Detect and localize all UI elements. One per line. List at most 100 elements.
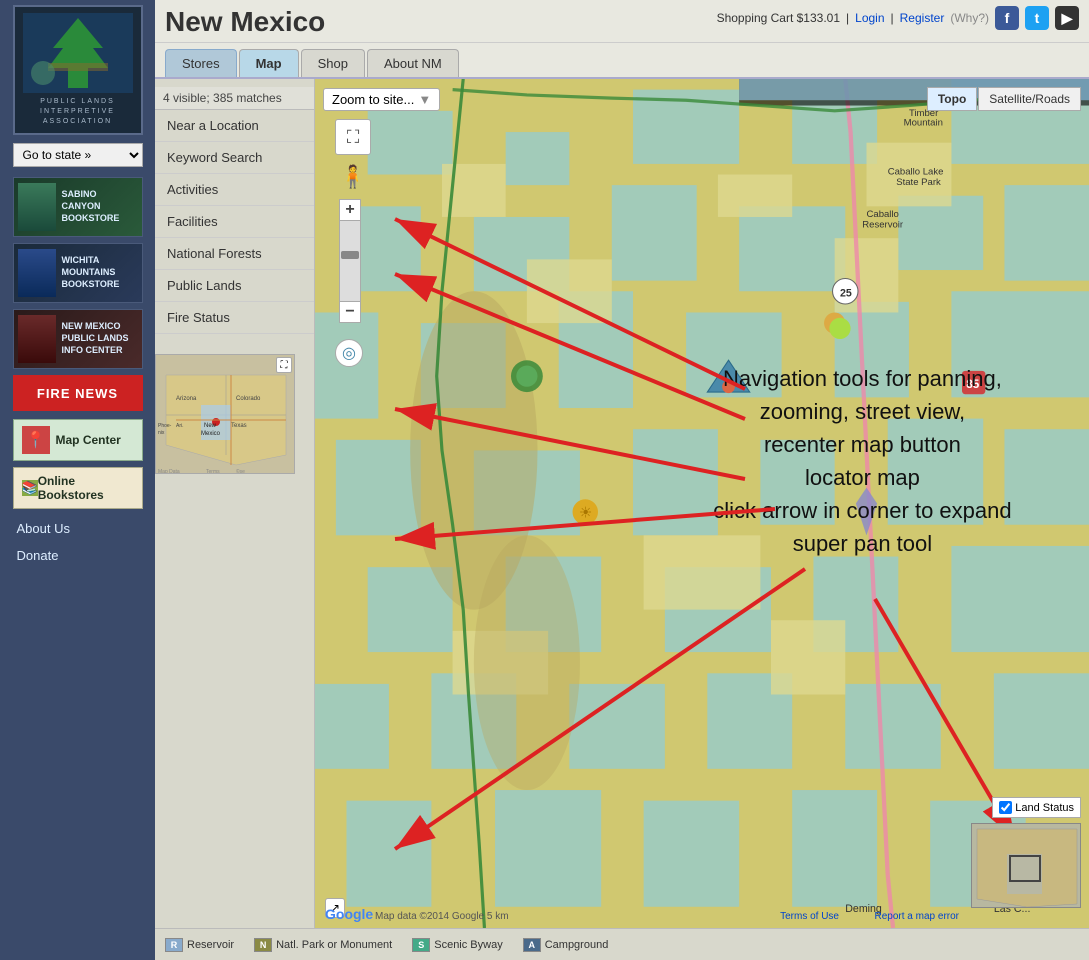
- svg-text:Colorado: Colorado: [236, 396, 261, 402]
- zoom-controls: + −: [339, 199, 361, 323]
- svg-text:Ari.: Ari.: [176, 423, 184, 429]
- tab-about-nm[interactable]: About NM: [367, 49, 459, 77]
- filter-near-location[interactable]: Near a Location: [155, 110, 314, 142]
- login-link[interactable]: Login: [855, 11, 884, 25]
- sabino-thumbnail: [18, 183, 56, 231]
- legend-reservoir: R Reservoir: [165, 938, 234, 952]
- state-selector-container[interactable]: Go to state »: [13, 143, 143, 167]
- wichita-label: WICHITA MOUNTAINS BOOKSTORE: [62, 255, 138, 290]
- pan-button[interactable]: ⛶: [335, 119, 371, 155]
- svg-text:State Park: State Park: [896, 177, 941, 188]
- facebook-button[interactable]: f: [995, 6, 1019, 30]
- svg-text:nix: nix: [158, 430, 165, 436]
- tab-bar: Stores Map Shop About NM: [155, 43, 1089, 77]
- land-status-checkbox[interactable]: [999, 801, 1012, 814]
- svg-text:Terms: Terms: [206, 469, 220, 474]
- register-why: (Why?): [950, 11, 989, 25]
- cart-info[interactable]: Shopping Cart $133.01: [717, 11, 840, 25]
- zoom-to-site-label: Zoom to site...: [332, 92, 414, 107]
- filter-national-forests[interactable]: National Forests: [155, 238, 314, 270]
- separator2: |: [891, 11, 894, 25]
- google-attribution: Google: [325, 906, 373, 922]
- filter-keyword-search[interactable]: Keyword Search: [155, 142, 314, 174]
- legend-scenic-byway: S Scenic Byway: [412, 938, 502, 952]
- fire-news-button[interactable]: FIRE NEWS: [13, 375, 143, 411]
- wichita-thumbnail: [18, 249, 56, 297]
- zoom-in-button[interactable]: +: [339, 199, 361, 221]
- terms-of-use-link[interactable]: Terms of Use: [780, 911, 839, 922]
- tab-shop[interactable]: Shop: [301, 49, 365, 77]
- filter-public-lands[interactable]: Public Lands: [155, 270, 314, 302]
- online-bookstores-label: Online Bookstores: [38, 474, 134, 502]
- campground-label: Campground: [545, 939, 609, 951]
- svg-text:©se: ©se: [236, 468, 245, 474]
- mini-map-svg: [972, 824, 1081, 908]
- sidebar-item-sabino-bookstore[interactable]: SABINO CANYON BOOKSTORE: [13, 177, 143, 237]
- land-status-toggle[interactable]: Land Status: [992, 797, 1081, 818]
- svg-text:Mexico: Mexico: [201, 431, 221, 437]
- map-center-label: Map Center: [56, 433, 121, 447]
- land-status-label: Land Status: [1015, 802, 1074, 814]
- recenter-map-button[interactable]: ◎: [335, 339, 363, 367]
- zoom-to-site-dropdown[interactable]: Zoom to site... ▼: [323, 88, 440, 111]
- map-data-attribution: Map data ©2014 Google 5 km: [375, 911, 509, 922]
- reservoir-label: Reservoir: [187, 939, 234, 951]
- sidebar-item-wichita-bookstore[interactable]: WICHITA MOUNTAINS BOOKSTORE: [13, 243, 143, 303]
- pan-control[interactable]: ⛶: [335, 119, 371, 155]
- filter-activities[interactable]: Activities: [155, 174, 314, 206]
- nm-label: NEW MEXICO PUBLIC LANDS INFO CENTER: [62, 321, 138, 356]
- zoom-slider[interactable]: [339, 221, 361, 301]
- svg-text:Phoe-: Phoe-: [158, 423, 172, 429]
- satellite-roads-button[interactable]: Satellite/Roads: [978, 87, 1081, 111]
- legend-natl-park: N Natl. Park or Monument: [254, 938, 392, 952]
- scenic-byway-icon: S: [412, 938, 430, 952]
- logo-area: PUBLIC LANDS INTERPRETIVE ASSOCIATION: [13, 5, 143, 135]
- google-logo: Google: [325, 906, 373, 922]
- tab-stores[interactable]: Stores: [165, 49, 237, 77]
- cart-label: Shopping Cart $133.01: [717, 11, 840, 25]
- campground-icon: A: [523, 938, 541, 952]
- header-right: Shopping Cart $133.01 | Login | Register…: [717, 6, 1079, 30]
- map-type-buttons: Topo Satellite/Roads: [927, 87, 1081, 111]
- zoom-out-button[interactable]: −: [339, 301, 361, 323]
- svg-text:Mountain: Mountain: [904, 118, 943, 129]
- online-bookstores-button[interactable]: 📚 Online Bookstores: [13, 467, 143, 509]
- sidebar: PUBLIC LANDS INTERPRETIVE ASSOCIATION Go…: [0, 0, 155, 960]
- street-view-pegman[interactable]: 🧍: [339, 164, 366, 190]
- logo-text: PUBLIC LANDS INTERPRETIVE ASSOCIATION: [40, 97, 115, 126]
- filter-facilities[interactable]: Facilities: [155, 206, 314, 238]
- svg-text:Reservoir: Reservoir: [862, 220, 904, 231]
- scenic-byway-label: Scenic Byway: [434, 939, 502, 951]
- map-center-button[interactable]: 📍 Map Center: [13, 419, 143, 461]
- report-map-error-link[interactable]: Report a map error: [875, 911, 959, 922]
- map-background: 25 Caballo Lake State Park Caballo Reser…: [315, 79, 1089, 928]
- twitter-button[interactable]: t: [1025, 6, 1049, 30]
- youtube-button[interactable]: ▶: [1055, 6, 1079, 30]
- left-filter-panel: 4 visible; 385 matches Near a Location K…: [155, 79, 315, 928]
- filter-fire-status[interactable]: Fire Status: [155, 302, 314, 334]
- page-header: New Mexico Shopping Cart $133.01 | Login…: [155, 0, 1089, 43]
- svg-text:☀: ☀: [579, 505, 592, 521]
- fire-news-label: FIRE NEWS: [37, 386, 118, 401]
- zoom-dropdown-arrow: ▼: [418, 92, 431, 107]
- map-top-controls: Zoom to site... ▼ Topo Satellite/Roads: [323, 87, 1081, 111]
- reservoir-icon: R: [165, 938, 183, 952]
- zoom-slider-thumb: [341, 251, 359, 259]
- expand-locator-btn[interactable]: ⛶: [276, 357, 292, 373]
- register-link[interactable]: Register: [900, 11, 945, 25]
- donate-link[interactable]: Donate: [13, 542, 143, 569]
- map-terrain-svg: 25 Caballo Lake State Park Caballo Reser…: [315, 79, 1089, 928]
- state-select[interactable]: Go to state »: [13, 143, 143, 167]
- tab-map[interactable]: Map: [239, 49, 299, 77]
- topo-button[interactable]: Topo: [927, 87, 977, 111]
- about-us-link[interactable]: About Us: [13, 515, 143, 542]
- main-content: New Mexico Shopping Cart $133.01 | Login…: [155, 0, 1089, 960]
- map-view[interactable]: 25 Caballo Lake State Park Caballo Reser…: [315, 79, 1089, 928]
- svg-text:Caballo Lake: Caballo Lake: [888, 167, 944, 178]
- legend-campground: A Campground: [523, 938, 609, 952]
- svg-text:85: 85: [966, 378, 979, 391]
- svg-text:New: New: [204, 423, 217, 429]
- svg-text:25: 25: [840, 288, 852, 300]
- logo-icon: [23, 13, 133, 93]
- sidebar-item-nm-info-center[interactable]: NEW MEXICO PUBLIC LANDS INFO CENTER: [13, 309, 143, 369]
